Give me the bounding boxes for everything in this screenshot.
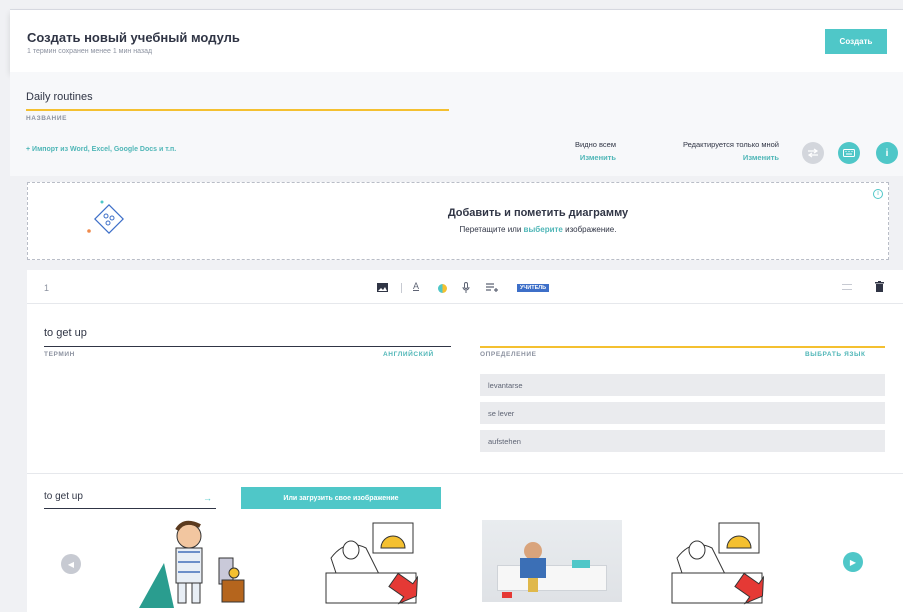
card-divider [27,473,903,474]
diagram-icon [87,200,124,234]
teacher-badge[interactable]: УЧИТЕЛЬ [517,284,550,292]
drag-handle-icon[interactable] [842,284,852,290]
definition-language-selector[interactable]: ВЫБРАТЬ ЯЗЫК [805,351,866,358]
child-legs-shape [528,578,538,592]
term-input[interactable]: to get up [44,327,87,339]
add-list-icon[interactable] [486,283,499,292]
toolbar-divider [401,283,402,293]
image-search-input[interactable]: to get up [44,491,83,502]
search-arrow-icon[interactable]: → [203,493,212,503]
suggestion-item[interactable]: se lever [480,402,885,424]
diagram-info-icon[interactable]: i [873,189,883,199]
image-thumbnail[interactable] [667,518,767,612]
set-title-label: НАЗВАНИЕ [26,115,68,122]
term-number: 1 [44,283,50,293]
visibility-change-link[interactable]: Изменить [530,153,616,162]
image-thumbnail[interactable] [134,518,254,612]
image-icon[interactable] [377,283,388,292]
suggestion-item[interactable]: aufstehen [480,430,885,452]
chevron-right-icon: ▶ [849,557,857,567]
edit-permission-change-link[interactable]: Изменить [625,153,779,162]
image-search-underline [44,508,216,509]
text-format-icon[interactable]: A [413,281,419,291]
toy-shape [502,592,512,598]
set-title-underline [26,109,449,111]
edit-permission-setting: Редактируется только мной Изменить [625,140,779,162]
chevron-left-icon: ◀ [67,559,75,569]
set-title-input[interactable]: Daily routines [26,91,93,103]
trash-icon[interactable] [875,281,884,292]
suggestion-item[interactable]: levantarse [480,374,885,396]
set-settings: Daily routines НАЗВАНИЕ + Импорт из Word… [10,72,903,176]
term-underline [44,346,451,347]
image-thumbnail[interactable] [482,520,622,602]
term-label: ТЕРМИН [44,351,75,358]
edit-permission-label: Редактируется только мной [682,140,779,149]
info-button[interactable]: i [876,142,898,164]
diagram-choose-link[interactable]: выберите [524,225,563,234]
image-thumbnail[interactable] [321,518,421,612]
swap-icon [807,148,819,158]
term-language-selector[interactable]: АНГЛИЙСКИЙ [383,351,434,358]
term-card-toolbar: 1 A УЧИТЕЛЬ [27,270,903,304]
prev-images-button[interactable]: ◀ [61,554,81,574]
diagram-title: Добавить и пометить диаграмму [447,207,629,219]
upload-image-button[interactable]: Или загрузить свое изображение [241,487,441,509]
keyboard-icon [843,149,855,157]
info-icon: i [885,147,889,159]
page-title: Создать новый учебный модуль [27,30,240,45]
visibility-setting: Видно всем Изменить [530,140,616,162]
next-images-button[interactable]: ▶ [843,552,863,572]
diagram-sub-text-end: изображение. [565,225,617,234]
blanket-shape [572,560,590,568]
diagram-dropzone[interactable]: Добавить и пометить диаграмму Перетащите… [27,182,889,260]
import-link[interactable]: + Импорт из Word, Excel, Google Docs и т… [26,146,176,153]
microphone-icon[interactable] [462,282,470,293]
child-body-shape [520,558,546,578]
bed-shape [497,565,607,591]
swap-terms-button[interactable] [802,142,824,164]
definition-label: ОПРЕДЕЛЕНИЕ [480,351,537,358]
diagram-sub-text: Перетащите или [459,225,522,234]
save-status: 1 термин сохранен менее 1 мин назад [27,48,153,55]
keyboard-button[interactable] [838,142,860,164]
page-header: Создать новый учебный модуль 1 термин со… [10,10,903,72]
visibility-label: Видно всем [575,140,616,149]
definition-input[interactable] [480,346,885,348]
color-icon[interactable] [438,284,447,293]
create-button[interactable]: Создать [825,29,887,54]
term-card: 1 A УЧИТЕЛЬ to get up ТЕРМИН АНГЛИЙСКИЙ … [27,270,903,612]
diagram-subtitle: Перетащите или выберите изображение. [28,225,888,234]
